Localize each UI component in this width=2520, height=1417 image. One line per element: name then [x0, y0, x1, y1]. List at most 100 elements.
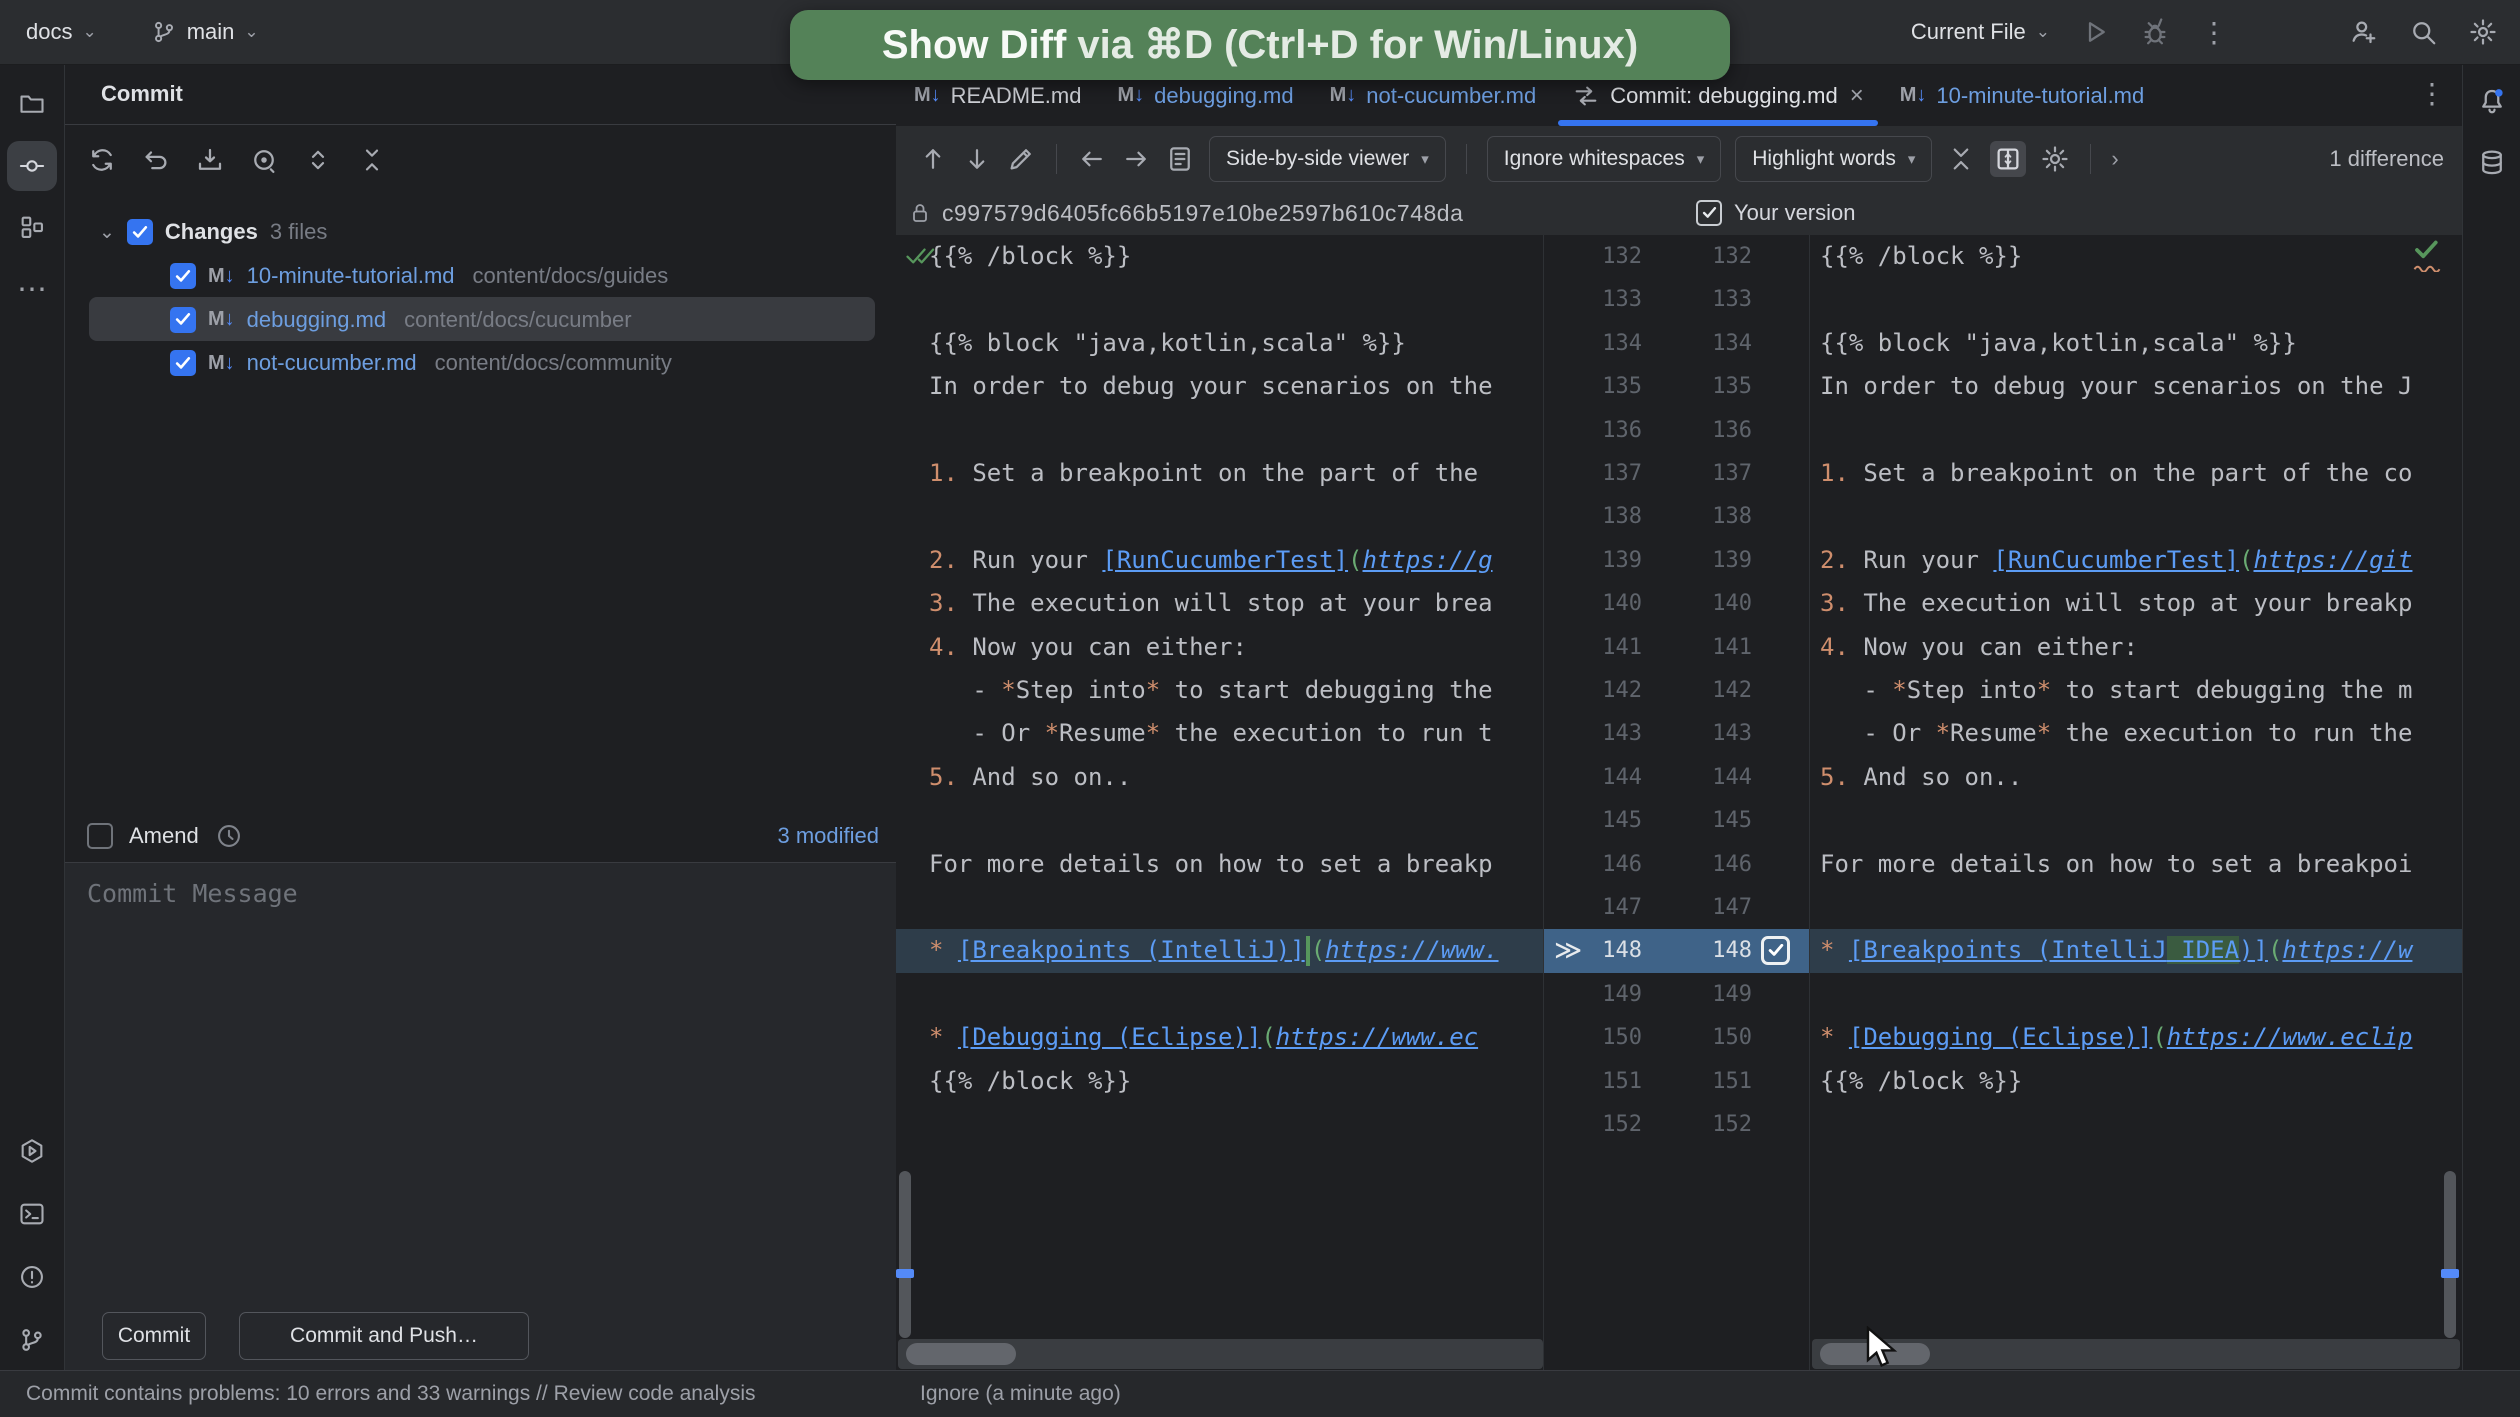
go-to-changed-file-icon[interactable] — [1165, 144, 1195, 174]
expand-all-icon[interactable] — [303, 145, 333, 175]
run-button[interactable] — [2080, 17, 2110, 47]
gutter-row-152: 152 152 — [1544, 1103, 1809, 1146]
left-vertical-scrollbar[interactable] — [899, 1171, 911, 1338]
file-row-debugging-md[interactable]: M↓ debugging.md content/docs/cucumber — [170, 298, 632, 342]
project-tool-icon[interactable] — [14, 85, 50, 121]
line-number-left: 146 — [1602, 851, 1642, 877]
branch-name: main — [186, 19, 235, 44]
right-code-line — [1810, 799, 2462, 842]
next-difference-icon[interactable] — [962, 144, 992, 174]
status-bar: Commit contains problems: 10 errors and … — [0, 1370, 2520, 1417]
right-horizontal-scrollbar[interactable] — [1812, 1339, 2460, 1369]
right-vertical-scrollbar[interactable] — [2444, 1171, 2456, 1338]
shelve-icon[interactable] — [195, 145, 225, 175]
add-user-button[interactable] — [2348, 17, 2378, 47]
right-tool-strip — [2462, 65, 2520, 1370]
highlight-mode-dropdown[interactable]: Highlight words ▾ — [1735, 135, 1933, 182]
search-icon[interactable] — [2408, 17, 2438, 47]
right-change-marker[interactable] — [2441, 1269, 2459, 1278]
notifications-bell-icon[interactable] — [2474, 83, 2510, 119]
previous-difference-icon[interactable] — [918, 144, 948, 174]
your-version-title: Your version — [1696, 191, 1855, 235]
amend-label: Amend — [129, 823, 199, 848]
changes-count: 3 files — [269, 219, 328, 244]
markdown-file-icon: M↓ — [208, 264, 235, 287]
tab-10-minute-tutorial-md[interactable]: M↓ 10-minute-tutorial.md — [1882, 65, 2163, 126]
left-code-line: 4. Now you can either: — [929, 632, 1247, 661]
left-code-line: For more details on how to set a breakp — [929, 849, 1493, 878]
show-diff-preview-icon[interactable] — [249, 145, 279, 175]
line-number-right: 133 — [1712, 287, 1752, 313]
left-code-line: - *Step into* to start debugging the — [929, 676, 1493, 704]
commit-history-icon[interactable] — [215, 822, 243, 850]
line-number-right: 142 — [1712, 678, 1752, 703]
diff-left-pane[interactable]: {{% /block %}} {{% block "java,kotlin,sca… — [896, 235, 1543, 1370]
synchronize-scrolling-icon[interactable] — [1990, 140, 2027, 177]
compare-previous-file-icon[interactable] — [1077, 144, 1107, 174]
line-number-left: 137 — [1602, 461, 1642, 486]
diff-right-pane[interactable]: {{% /block %}} {{% block "java,kotlin,sca… — [1810, 235, 2462, 1370]
lock-icon — [908, 200, 932, 226]
changes-checkbox[interactable] — [126, 219, 153, 245]
line-number-left: 152 — [1602, 1112, 1642, 1137]
gutter-row-147: 147 147 — [1544, 886, 1809, 929]
git-tool-icon[interactable] — [14, 1322, 50, 1358]
whitespace-dropdown[interactable]: Ignore whitespaces ▾ — [1486, 135, 1722, 182]
left-horizontal-thumb[interactable] — [906, 1343, 1016, 1365]
left-change-marker[interactable] — [896, 1269, 914, 1278]
left-code-line: {{% block "java,kotlin,scala" %}} — [929, 328, 1406, 357]
run-configuration-selector[interactable]: Current File ⌄ — [1911, 19, 2050, 45]
services-tool-icon[interactable] — [14, 1133, 50, 1169]
project-selector[interactable]: docs ⌄ — [26, 19, 97, 45]
collapse-unchanged-icon[interactable] — [1946, 144, 1976, 174]
inspections-status-icon[interactable] — [2412, 237, 2442, 272]
rollback-icon[interactable] — [141, 145, 171, 175]
settings-gear-icon[interactable] — [2468, 17, 2498, 47]
line-number-left: 141 — [1602, 634, 1642, 660]
chevron-down-icon[interactable]: ⌄ — [99, 221, 115, 244]
compare-next-file-icon[interactable] — [1121, 144, 1151, 174]
your-version-checkbox[interactable] — [1696, 200, 1722, 226]
gutter-row-146: 146 146 — [1544, 843, 1809, 886]
more-tools-icon[interactable]: ⋯ — [14, 271, 50, 307]
refresh-icon[interactable] — [87, 145, 117, 175]
file-checkbox[interactable] — [170, 350, 196, 376]
include-change-checkbox[interactable] — [1761, 936, 1790, 966]
commit-and-push-button[interactable]: Commit and Push… — [239, 1312, 529, 1360]
diff-settings-gear-icon[interactable] — [2040, 144, 2070, 174]
close-tab-icon[interactable]: × — [1850, 82, 1864, 110]
insertion-marker — [1305, 936, 1310, 967]
changes-group-row[interactable]: ⌄ Changes 3 files — [99, 210, 327, 254]
expand-toolbar-chevron-icon[interactable]: › — [2111, 146, 2118, 172]
viewer-mode-dropdown[interactable]: Side-by-side viewer ▾ — [1209, 135, 1446, 182]
git-branch-icon — [151, 19, 177, 45]
file-row-not-cucumber-md[interactable]: M↓ not-cucumber.md content/docs/community — [170, 341, 672, 385]
status-ignore-link[interactable]: Ignore (a minute ago) — [920, 1371, 1121, 1417]
modified-files-link[interactable]: 3 modified — [777, 823, 879, 849]
line-number-left: 144 — [1602, 764, 1642, 790]
left-tool-strip: ⋯ — [0, 65, 65, 1370]
terminal-tool-icon[interactable] — [14, 1196, 50, 1232]
problems-tool-icon[interactable] — [14, 1259, 50, 1295]
commit-button[interactable]: Commit — [102, 1312, 206, 1360]
database-tool-icon[interactable] — [2474, 145, 2510, 181]
kebab-menu-icon[interactable]: ⋮ — [2200, 16, 2228, 49]
structure-tool-icon[interactable] — [14, 209, 50, 245]
file-checkbox[interactable] — [170, 306, 196, 333]
debug-button[interactable] — [2140, 17, 2170, 47]
left-horizontal-scrollbar[interactable] — [898, 1339, 1543, 1369]
divider — [1056, 143, 1057, 174]
commit-message-editor[interactable]: Commit Message Commit Commit and Push… — [65, 862, 941, 1371]
amend-checkbox[interactable] — [87, 823, 113, 849]
collapse-all-icon[interactable] — [357, 145, 387, 175]
file-row-10-minute-tutorial-md[interactable]: M↓ 10-minute-tutorial.md content/docs/guid… — [170, 254, 668, 298]
right-code-line: 2. Run your [RunCucumberTest](https://gi… — [1820, 545, 2413, 574]
line-number-left: 132 — [1602, 244, 1642, 269]
commit-tool-icon[interactable] — [14, 148, 50, 184]
file-checkbox[interactable] — [170, 263, 196, 289]
jump-to-source-pencil-icon[interactable] — [1006, 144, 1036, 174]
gutter-row-150: 150 150 — [1544, 1016, 1809, 1059]
right-code-line: {{% block "java,kotlin,scala" %}} — [1820, 328, 2297, 357]
branch-selector[interactable]: main ⌄ — [151, 19, 259, 45]
tab-options-kebab-icon[interactable]: ⋮ — [2418, 77, 2446, 110]
